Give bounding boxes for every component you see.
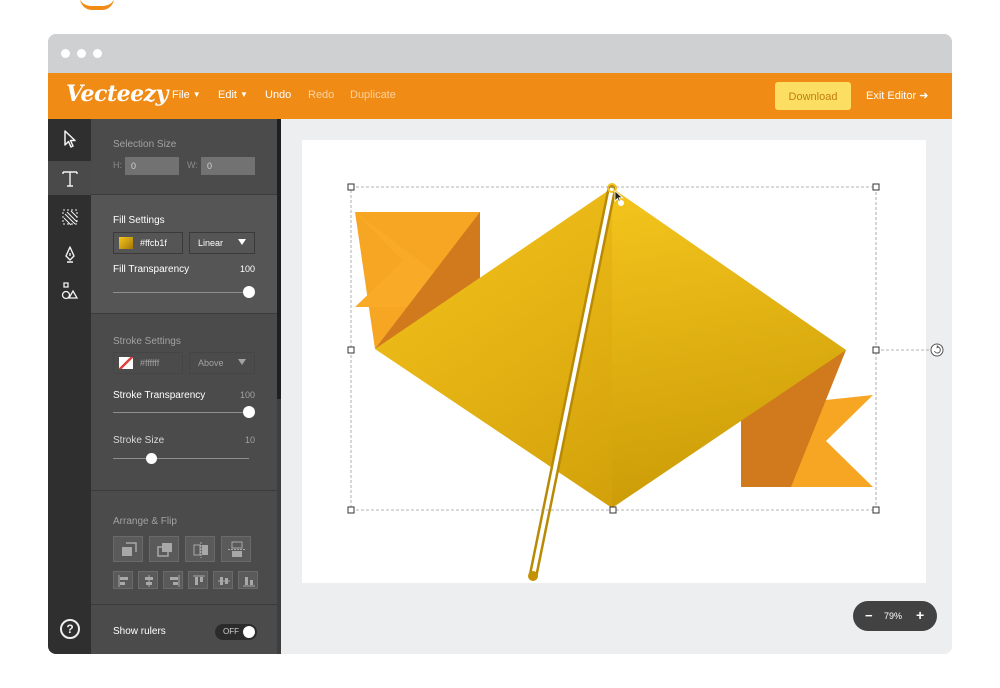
- resize-handle-ne[interactable]: [872, 183, 880, 191]
- fill-color-picker[interactable]: #ffcb1f: [113, 232, 183, 254]
- show-rulers-toggle[interactable]: OFF: [215, 624, 257, 640]
- stroke-transparency-handle[interactable]: [243, 406, 255, 418]
- toggle-knob: [243, 626, 255, 638]
- tool-rail: ?: [48, 119, 91, 654]
- help-icon[interactable]: ?: [60, 619, 80, 639]
- top-menubar: Vecteezy File ▼ Edit ▼ Undo Redo Duplicate…: [48, 73, 952, 119]
- stroke-size-handle[interactable]: [146, 453, 158, 464]
- stroke-transparency-label: Stroke Transparency: [113, 390, 206, 401]
- stroke-settings-section: Stroke Settings #ffffff Above Stroke Tra…: [91, 314, 277, 491]
- image-trace-icon[interactable]: [56, 203, 84, 231]
- fill-transparency-value: 100: [239, 264, 255, 274]
- download-button[interactable]: Download: [775, 82, 851, 110]
- fill-type-value: Linear: [198, 238, 224, 248]
- fill-transparency-label: Fill Transparency: [113, 264, 190, 275]
- chevron-down-icon: ▼: [239, 90, 248, 99]
- stroke-position-value: Above: [198, 358, 224, 368]
- text-tool-icon[interactable]: [48, 161, 91, 195]
- window-dot-maximize[interactable]: [93, 49, 102, 58]
- stroke-color-hex: #ffffff: [140, 358, 160, 368]
- selection-size-title: Selection Size: [113, 139, 177, 150]
- height-label: H:: [113, 160, 122, 170]
- align-bottom-button[interactable]: [238, 571, 258, 589]
- exit-editor-label: Exit Editor: [866, 90, 917, 102]
- edit-menu[interactable]: Edit ▼: [218, 89, 248, 101]
- align-middle-button[interactable]: [213, 571, 233, 589]
- fill-transparency-slider[interactable]: [113, 286, 255, 298]
- dropdown-arrow-icon: [238, 239, 246, 245]
- toggle-state-label: OFF: [223, 627, 239, 636]
- exit-editor-button[interactable]: Exit Editor ➜: [866, 89, 928, 102]
- fill-color-hex: #ffcb1f: [140, 238, 167, 248]
- fill-type-select[interactable]: Linear: [189, 232, 255, 254]
- file-menu[interactable]: File ▼: [172, 89, 201, 101]
- selection-size-section: Selection Size H: W:: [91, 119, 277, 195]
- rotate-icon[interactable]: [930, 343, 944, 357]
- resize-handle-nw[interactable]: [347, 183, 355, 191]
- redo-button[interactable]: Redo: [308, 89, 334, 101]
- pen-tool-icon[interactable]: [56, 241, 84, 269]
- width-input[interactable]: [201, 157, 255, 175]
- stroke-size-value: 10: [244, 435, 255, 445]
- fill-transparency-handle[interactable]: [243, 286, 255, 298]
- stroke-size-slider[interactable]: [113, 453, 249, 464]
- decorative-arc: [80, 0, 114, 10]
- chevron-down-icon: ▼: [192, 90, 201, 99]
- resize-handle-sw[interactable]: [347, 506, 355, 514]
- flip-horizontal-button[interactable]: [185, 536, 215, 562]
- vecteezy-logo[interactable]: Vecteezy: [66, 81, 168, 107]
- flip-vertical-button[interactable]: [221, 536, 251, 562]
- stroke-settings-title: Stroke Settings: [113, 336, 181, 347]
- stroke-transparency-slider[interactable]: [113, 406, 255, 418]
- stroke-color-picker[interactable]: #ffffff: [113, 352, 183, 374]
- edit-menu-label: Edit: [218, 89, 237, 101]
- resize-handle-e[interactable]: [872, 346, 880, 354]
- shapes-icon[interactable]: [56, 277, 84, 305]
- show-rulers-label: Show rulers: [113, 626, 166, 637]
- align-center-button[interactable]: [138, 571, 158, 589]
- dropdown-arrow-icon: [238, 359, 246, 365]
- window-titlebar: [48, 34, 952, 73]
- stroke-color-swatch: [119, 357, 133, 369]
- window-dot-close[interactable]: [61, 49, 70, 58]
- bring-forward-button[interactable]: [113, 536, 143, 562]
- window-dot-minimize[interactable]: [77, 49, 86, 58]
- duplicate-button[interactable]: Duplicate: [350, 89, 396, 101]
- pole-end-point[interactable]: [528, 571, 538, 581]
- resize-handle-s[interactable]: [609, 506, 617, 514]
- resize-handle-se[interactable]: [872, 506, 880, 514]
- artwork-canvas[interactable]: [281, 119, 952, 654]
- editor-window: Vecteezy File ▼ Edit ▼ Undo Redo Duplicate…: [48, 34, 952, 654]
- file-menu-label: File: [172, 89, 190, 101]
- arrow-right-icon: ➜: [919, 90, 929, 102]
- cursor-icon[interactable]: [56, 125, 84, 153]
- align-top-button[interactable]: [188, 571, 208, 589]
- fill-settings-title: Fill Settings: [113, 215, 165, 226]
- resize-handle-w[interactable]: [347, 346, 355, 354]
- arrange-flip-title: Arrange & Flip: [113, 516, 177, 527]
- align-right-button[interactable]: [163, 571, 183, 589]
- height-input[interactable]: [125, 157, 179, 175]
- arrange-flip-section: Arrange & Flip: [91, 491, 277, 605]
- send-backward-button[interactable]: [149, 536, 179, 562]
- properties-panel: Selection Size H: W: Fill Settings #ffcb…: [91, 119, 277, 654]
- stroke-position-select[interactable]: Above: [189, 352, 255, 374]
- stroke-transparency-value: 100: [239, 390, 255, 400]
- stroke-size-label: Stroke Size: [113, 435, 165, 446]
- fill-color-swatch: [119, 237, 133, 249]
- fill-settings-section: Fill Settings #ffcb1f Linear Fill Transp…: [91, 195, 277, 314]
- width-label: W:: [187, 160, 198, 170]
- undo-button[interactable]: Undo: [265, 89, 291, 101]
- align-left-button[interactable]: [113, 571, 133, 589]
